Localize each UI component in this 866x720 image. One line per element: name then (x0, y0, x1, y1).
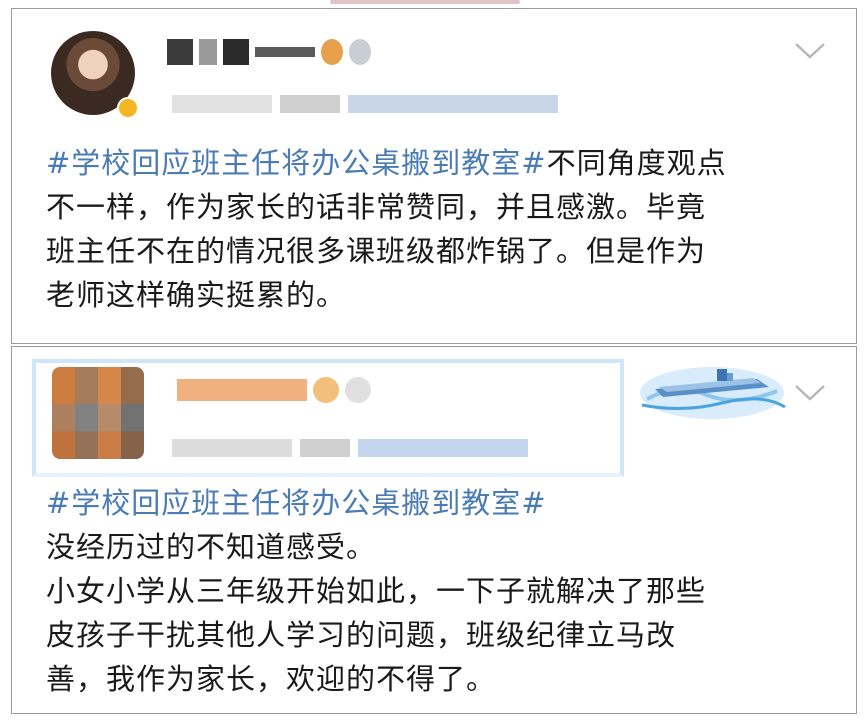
aircraft-carrier-decoration-icon (640, 367, 786, 419)
avatar[interactable] (52, 367, 144, 459)
username-pixelated[interactable] (177, 377, 377, 407)
chevron-down-icon[interactable] (790, 35, 830, 65)
post-line-1: #学校回应班主任将办公桌搬到教室#不同角度观点 (46, 146, 727, 180)
post-line-4: 善，我作为家长，欢迎的不得了。 (46, 662, 497, 696)
post-meta-pixelated (172, 93, 566, 121)
post-card-1: #学校回应班主任将办公桌搬到教室#不同角度观点 不一样，作为家长的话非常赞同，并… (11, 8, 857, 344)
post-body: #学校回应班主任将办公桌搬到教室#不同角度观点 不一样，作为家长的话非常赞同，并… (46, 141, 820, 317)
post-line-2: 不一样，作为家长的话非常赞同，并且感激。毕竟 (46, 190, 707, 224)
post-line-3: 皮孩子干扰其他人学习的问题，班级纪律立马改 (46, 618, 677, 652)
chevron-down-icon[interactable] (790, 377, 830, 407)
cropped-header-fragment (330, 0, 520, 4)
post-line-4: 老师这样确实挺累的。 (46, 278, 347, 312)
vip-badge-icon (117, 97, 139, 119)
post-body: #学校回应班主任将办公桌搬到教室# 没经历过的不知道感受。 小女小学从三年级开始… (46, 481, 820, 701)
post-line-1: 没经历过的不知道感受。 (46, 530, 377, 564)
post-line-2: 小女小学从三年级开始如此，一下子就解决了那些 (46, 574, 707, 608)
username-pixelated[interactable] (167, 39, 377, 69)
post-line-3: 班主任不在的情况很多课班级都炸锅了。但是作为 (46, 234, 707, 268)
hashtag-link[interactable]: #学校回应班主任将办公桌搬到教室# (46, 146, 547, 180)
post-meta-pixelated (172, 437, 536, 465)
post-card-2: #学校回应班主任将办公桌搬到教室# 没经历过的不知道感受。 小女小学从三年级开始… (11, 346, 857, 714)
hashtag-link[interactable]: #学校回应班主任将办公桌搬到教室# (46, 481, 820, 525)
top-strip (0, 0, 866, 8)
